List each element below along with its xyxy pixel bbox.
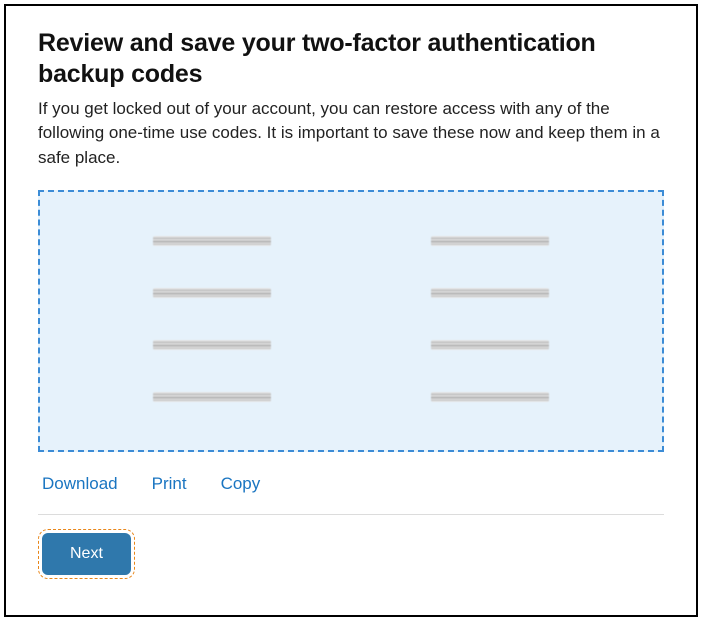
dialog-frame: Review and save your two-factor authenti…	[4, 4, 698, 617]
code-actions: Download Print Copy	[38, 452, 664, 514]
backup-code	[153, 392, 271, 402]
backup-code	[153, 340, 271, 350]
page-subtitle: If you get locked out of your account, y…	[38, 97, 664, 171]
backup-code	[431, 288, 549, 298]
backup-code	[431, 340, 549, 350]
page-title: Review and save your two-factor authenti…	[38, 28, 664, 91]
backup-code	[431, 236, 549, 246]
download-button[interactable]: Download	[42, 474, 118, 494]
copy-button[interactable]: Copy	[221, 474, 261, 494]
backup-code	[153, 288, 271, 298]
backup-codes-box	[38, 190, 664, 452]
backup-code	[153, 236, 271, 246]
backup-code	[431, 392, 549, 402]
next-button[interactable]: Next	[42, 533, 131, 575]
next-highlight: Next	[38, 529, 135, 579]
divider	[38, 514, 664, 515]
codes-column-left	[153, 236, 271, 402]
print-button[interactable]: Print	[152, 474, 187, 494]
codes-column-right	[431, 236, 549, 402]
